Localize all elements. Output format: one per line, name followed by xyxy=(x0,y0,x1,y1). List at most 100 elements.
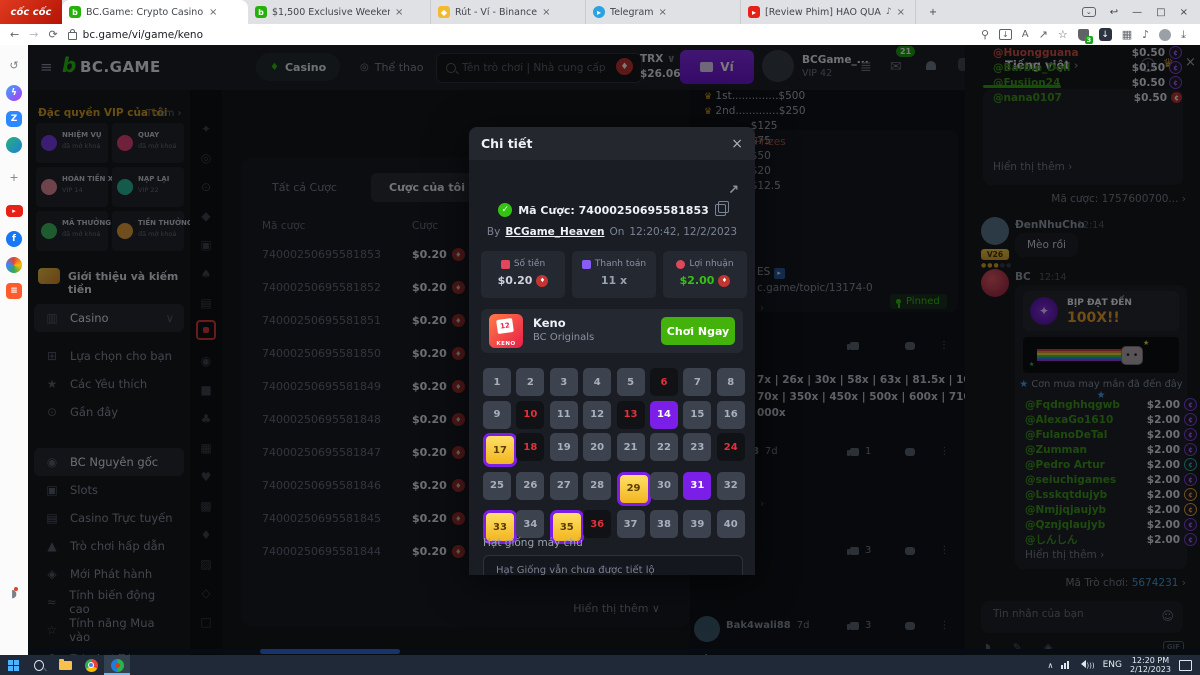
keno-cell[interactable]: 24 xyxy=(717,433,745,461)
restore-tab-icon[interactable]: ↩ xyxy=(1110,7,1118,18)
volume-icon[interactable]: ))) xyxy=(1077,660,1094,671)
messenger-icon[interactable]: ϟ xyxy=(0,85,28,101)
keno-cell[interactable]: 28 xyxy=(583,472,611,500)
share-icon[interactable]: ↗ xyxy=(728,183,739,198)
youtube-shortcut-icon[interactable]: ▸ xyxy=(0,205,28,217)
keno-cell[interactable]: 32 xyxy=(717,472,745,500)
taskbar-clock[interactable]: 12:20 PM 2/12/2023 xyxy=(1130,656,1171,674)
chrome-taskbar-icon[interactable] xyxy=(78,655,104,675)
key-icon[interactable]: ⚲ xyxy=(981,28,989,41)
play-now-button[interactable]: Chơi Ngay xyxy=(661,317,735,345)
keno-cell[interactable]: 19 xyxy=(550,433,578,461)
keno-cell[interactable]: 20 xyxy=(583,433,611,461)
close-modal-icon[interactable]: × xyxy=(731,136,743,152)
tab-close-icon[interactable]: × xyxy=(897,7,905,18)
keno-cell[interactable]: 36 xyxy=(583,510,611,538)
tab-youtube[interactable]: ▸ [Review Phim] HÀO QUA ♪ × xyxy=(741,0,916,24)
network-icon[interactable] xyxy=(1061,661,1069,669)
keno-cell[interactable]: 25 xyxy=(483,472,511,500)
file-explorer-icon[interactable] xyxy=(52,655,78,675)
keno-cell[interactable]: 1 xyxy=(483,368,511,396)
adblock-shield-icon[interactable]: 3 xyxy=(1078,29,1089,41)
keno-cell[interactable]: 6 xyxy=(650,368,678,396)
zalo-icon[interactable]: Z xyxy=(0,111,28,127)
tab-audio-icon[interactable]: ♪ xyxy=(886,7,892,17)
add-shortcut-icon[interactable]: + xyxy=(0,171,28,184)
downloads-icon[interactable]: ⤓ xyxy=(1181,28,1186,42)
keno-cell[interactable]: 8 xyxy=(717,368,745,396)
reload-button[interactable]: ⟳ xyxy=(48,28,57,41)
keno-cell[interactable]: 27 xyxy=(550,472,578,500)
apps-ball-icon[interactable] xyxy=(0,257,28,273)
keno-cell[interactable]: 9 xyxy=(483,401,511,429)
taskbar-search-icon[interactable] xyxy=(26,655,52,675)
back-button[interactable]: ← xyxy=(10,28,19,41)
start-button[interactable] xyxy=(0,655,26,675)
minimize-button[interactable]: — xyxy=(1132,7,1142,18)
keno-cell[interactable]: 30 xyxy=(650,472,678,500)
modal-bet-id: Mã Cược: 74000250695581853 xyxy=(518,204,709,217)
keno-cell[interactable]: 5 xyxy=(617,368,645,396)
keno-cell[interactable]: 38 xyxy=(650,510,678,538)
photo-shortcut-icon[interactable] xyxy=(0,137,28,153)
language-indicator[interactable]: ENG xyxy=(1103,660,1122,670)
keno-cell[interactable]: 39 xyxy=(683,510,711,538)
tab-search-icon[interactable]: ⌄ xyxy=(1082,7,1096,17)
keno-cell[interactable]: 14 xyxy=(650,401,678,429)
keno-cell[interactable]: 12 xyxy=(583,401,611,429)
forward-button[interactable]: → xyxy=(29,28,38,41)
action-center-icon[interactable] xyxy=(1179,660,1192,671)
new-tab-button[interactable]: + xyxy=(916,0,950,24)
keno-cell[interactable]: 37 xyxy=(617,510,645,538)
close-window-button[interactable]: × xyxy=(1180,7,1188,18)
keno-cell[interactable]: 29 xyxy=(617,472,651,506)
keno-cell[interactable]: 34 xyxy=(516,510,544,538)
tab-weekend[interactable]: b $1,500 Exclusive Weekend Ke × xyxy=(248,0,431,24)
extension-icon[interactable]: ▦ xyxy=(1122,28,1132,41)
keno-cell[interactable]: 22 xyxy=(650,433,678,461)
bookmark-star-icon[interactable]: ☆ xyxy=(1058,28,1068,41)
media-icon[interactable]: ♪ xyxy=(1142,28,1149,41)
keno-cell[interactable]: 3 xyxy=(550,368,578,396)
game-provider: BC Originals xyxy=(533,332,594,343)
url-field[interactable]: bc.game/vi/game/keno xyxy=(68,29,203,41)
keno-cell[interactable]: 17 xyxy=(483,433,517,467)
save-page-icon[interactable]: ↓ xyxy=(999,29,1012,40)
tab-telegram[interactable]: ▸ Telegram × xyxy=(586,0,741,24)
facebook-shortcut-icon[interactable]: f xyxy=(0,231,28,247)
profile-avatar-icon[interactable] xyxy=(1159,29,1171,41)
tab-close-icon[interactable]: × xyxy=(209,7,217,18)
keno-cell[interactable]: 21 xyxy=(617,433,645,461)
download-manager-icon[interactable]: ↓ xyxy=(1099,28,1112,41)
keno-cell[interactable]: 31 xyxy=(683,472,711,500)
keno-cell[interactable]: 10 xyxy=(516,401,544,429)
bettor-link[interactable]: BCGame_Heaven xyxy=(505,226,604,238)
tab-binance[interactable]: ◆ Rút - Ví - Binance × xyxy=(431,0,586,24)
tab-close-icon[interactable]: × xyxy=(659,7,667,18)
notification-bell-icon[interactable]: ◗ xyxy=(0,587,28,600)
keno-cell[interactable]: 4 xyxy=(583,368,611,396)
keno-cell[interactable]: 16 xyxy=(717,401,745,429)
history-icon[interactable]: ↺ xyxy=(0,59,28,72)
feed-shortcut-icon[interactable]: ≡ xyxy=(0,283,28,299)
game-name[interactable]: Keno xyxy=(533,316,566,330)
tab-close-icon[interactable]: × xyxy=(395,7,403,18)
tab-close-icon[interactable]: × xyxy=(542,7,550,18)
keno-cell[interactable]: 15 xyxy=(683,401,711,429)
keno-cell[interactable]: 40 xyxy=(717,510,745,538)
translate-icon[interactable]: A xyxy=(1022,29,1029,40)
maximize-button[interactable]: □ xyxy=(1156,7,1165,18)
keno-cell[interactable]: 23 xyxy=(683,433,711,461)
share-icon[interactable]: ↗ xyxy=(1039,28,1048,41)
copy-icon[interactable] xyxy=(715,204,726,216)
keno-cell[interactable]: 11 xyxy=(550,401,578,429)
tray-expand-icon[interactable]: ∧ xyxy=(1048,661,1054,670)
coccoc-taskbar-icon[interactable] xyxy=(104,655,130,675)
keno-cell[interactable]: 13 xyxy=(617,401,645,429)
keno-cell[interactable]: 7 xyxy=(683,368,711,396)
keno-cell[interactable]: 18 xyxy=(516,433,544,461)
keno-cell[interactable]: 26 xyxy=(516,472,544,500)
server-seed-box[interactable]: Hạt Giống vẫn chưa được tiết lộ xyxy=(483,555,743,575)
keno-cell[interactable]: 2 xyxy=(516,368,544,396)
tab-bcgame[interactable]: b BC.Game: Crypto Casino Gam × xyxy=(62,0,248,24)
